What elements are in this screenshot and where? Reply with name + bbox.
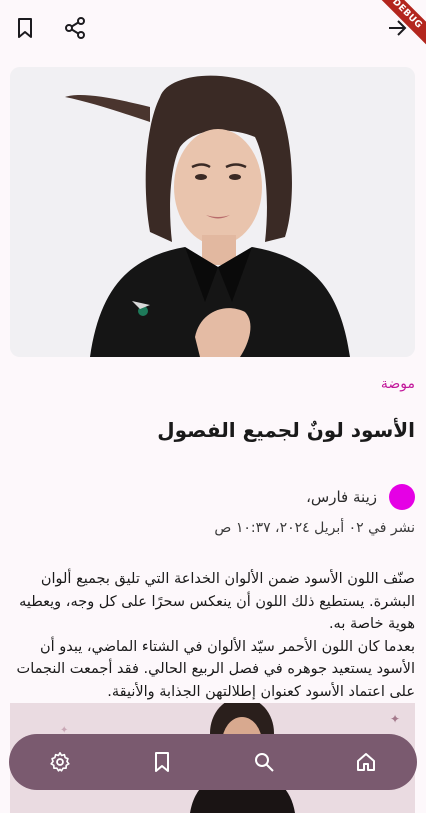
share-icon <box>65 17 85 39</box>
article-paragraph: صنّف اللون الأسود ضمن الألوان الخداعة ال… <box>19 571 415 632</box>
bottom-nav <box>9 734 417 790</box>
nav-home[interactable] <box>341 742 391 782</box>
search-icon <box>255 753 274 772</box>
article-paragraph: بعدما كان اللون الأحمر سيّد الألوان في ا… <box>16 638 415 700</box>
bookmark-button[interactable] <box>9 12 41 44</box>
hero-image <box>10 67 415 357</box>
avatar <box>389 484 415 510</box>
nav-search[interactable] <box>239 742 289 782</box>
share-button[interactable] <box>59 12 91 44</box>
article-body: صنّف اللون الأسود ضمن الألوان الخداعة ال… <box>10 568 415 703</box>
home-icon <box>357 753 375 771</box>
nav-settings[interactable] <box>35 742 85 782</box>
svg-text:✦: ✦ <box>390 712 400 726</box>
nav-bookmarks[interactable] <box>137 742 187 782</box>
author-row: زينة فارس، <box>306 482 415 512</box>
app-bar: DEBUG <box>0 0 426 60</box>
article-category[interactable]: موضة <box>381 376 415 392</box>
settings-icon <box>50 752 70 772</box>
author-name: زينة فارس، <box>306 488 377 506</box>
article-title: الأسود لونٌ لجميع الفصول <box>157 418 415 442</box>
publish-date: نشر في ٠٢ أبريل ٢٠٢٤، ١٠:٣٧ ص <box>214 520 415 536</box>
bookmark-icon <box>18 18 32 38</box>
bookmark-icon <box>155 752 169 772</box>
